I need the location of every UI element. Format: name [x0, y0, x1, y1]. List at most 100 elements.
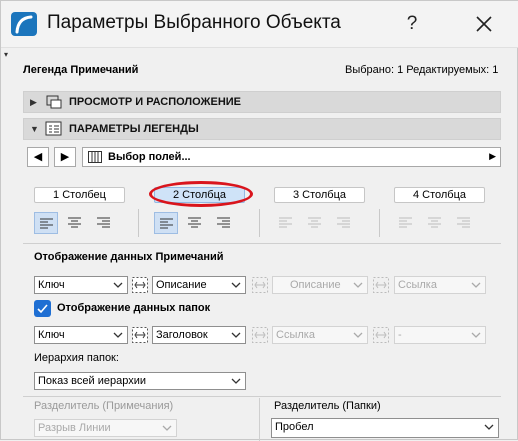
align-center-button [303, 212, 327, 234]
checkmark-icon [37, 304, 48, 314]
notes-separator-value: Разрыв Линии [38, 422, 111, 434]
archicad-icon [11, 12, 37, 36]
section-divider [23, 396, 501, 397]
link-icon [132, 327, 148, 343]
link-toggle-disabled [252, 277, 268, 293]
folders-data-label: Отображение данных папок [57, 302, 211, 314]
field-picker-label: Выбор полей... [108, 151, 191, 163]
link-toggle-disabled [373, 277, 389, 293]
link-toggle[interactable] [132, 277, 148, 293]
pin-icon: ▾ [4, 50, 9, 59]
align-center-icon [188, 217, 201, 228]
notes-key-value: Ключ [38, 279, 65, 291]
align-left-button[interactable] [34, 212, 58, 234]
divider [379, 209, 380, 237]
folders-key-select[interactable]: Ключ [34, 326, 128, 344]
chevron-down-icon [231, 378, 241, 384]
divider [138, 209, 139, 237]
align-right-button [452, 212, 476, 234]
chevron-down-icon [353, 332, 363, 338]
divider [259, 209, 260, 237]
legend-icon [45, 121, 62, 136]
chevron-down-icon [162, 425, 172, 431]
align-center-button [423, 212, 447, 234]
align-left-icon [279, 217, 292, 228]
align-left-button [274, 212, 298, 234]
align-left-icon [40, 218, 53, 229]
hierarchy-select[interactable]: Показ всей иерархии [34, 372, 246, 390]
folders-col4-select: - [394, 326, 486, 344]
link-icon [373, 277, 389, 293]
section-legend-settings[interactable]: ▼ ПАРАМЕТРЫ ЛЕГЕНДЫ [23, 118, 501, 140]
notes-col4-value: Ссылка [398, 279, 437, 291]
close-button[interactable] [469, 9, 499, 39]
chevron-down-icon [113, 332, 123, 338]
selection-count: Выбрано: 1 Редактируемых: 1 [345, 64, 499, 76]
title-separator [1, 47, 518, 48]
folders-col4-value: - [398, 329, 402, 341]
align-left-icon [160, 218, 173, 229]
notes-separator-label: Разделитель (Примечания) [34, 400, 174, 412]
align-center-button[interactable] [183, 212, 207, 234]
chevron-down-icon [231, 282, 241, 288]
section-view-placement[interactable]: ▶ ПРОСМОТР И РАСПОЛОЖЕНИЕ [23, 91, 501, 113]
folders-col3-select: Ссылка [272, 326, 368, 344]
link-toggle[interactable] [132, 327, 148, 343]
link-toggle-disabled [252, 327, 268, 343]
link-icon [132, 277, 148, 293]
expand-arrow-icon: ▶ [30, 97, 37, 107]
title-bar: Параметры Выбранного Объекта ? [1, 1, 518, 47]
align-right-button[interactable] [92, 212, 116, 234]
align-left-icon [399, 217, 412, 228]
dialog-window: Параметры Выбранного Объекта ? ▾ Легенда… [0, 0, 518, 441]
object-type-label: Легенда Примечаний [23, 64, 139, 76]
notes-col3-value: Описание [290, 279, 341, 291]
folders-separator-select[interactable]: Пробел [271, 418, 499, 438]
align-right-icon [457, 217, 470, 228]
notes-col3-select: Описание [272, 276, 368, 294]
notes-separator-select: Разрыв Линии [34, 419, 177, 437]
folders-title-select[interactable]: Заголовок [152, 326, 246, 344]
chevron-down-icon [484, 424, 494, 430]
align-right-icon [97, 217, 110, 228]
prev-button[interactable]: ◀ [27, 147, 49, 167]
collapse-arrow-icon: ▼ [30, 124, 39, 134]
close-icon [476, 16, 492, 32]
window-title: Параметры Выбранного Объекта [47, 12, 341, 33]
folders-title-value: Заголовок [156, 329, 208, 341]
align-left-button[interactable] [154, 212, 178, 234]
tab-1-column[interactable]: 1 Столбец [34, 187, 125, 203]
notes-desc-select[interactable]: Описание [152, 276, 246, 294]
view-placement-icon [46, 95, 62, 109]
folders-data-checkbox[interactable] [34, 300, 51, 317]
help-button[interactable]: ? [397, 9, 427, 39]
field-picker[interactable]: Выбор полей... ▶ [82, 147, 501, 167]
chevron-right-icon: ▶ [489, 151, 496, 161]
notes-key-select[interactable]: Ключ [34, 276, 128, 294]
align-right-icon [337, 217, 350, 228]
align-right-icon [217, 217, 230, 228]
align-center-button[interactable] [63, 212, 87, 234]
chevron-down-icon [113, 282, 123, 288]
align-center-icon [68, 217, 81, 228]
next-button[interactable]: ▶ [54, 147, 76, 167]
section-legend-label: ПАРАМЕТРЫ ЛЕГЕНДЫ [69, 123, 199, 135]
link-icon [373, 327, 389, 343]
tab-4-columns[interactable]: 4 Столбца [394, 187, 485, 203]
highlight-ellipse [149, 181, 253, 207]
align-right-button [332, 212, 356, 234]
chevron-down-icon [231, 332, 241, 338]
align-center-icon [308, 217, 321, 228]
notes-desc-value: Описание [156, 279, 207, 291]
hierarchy-value: Показ всей иерархии [38, 375, 146, 387]
link-icon [252, 277, 268, 293]
notes-col4-select: Ссылка [394, 276, 486, 294]
folders-col3-value: Ссылка [276, 329, 315, 341]
align-right-button[interactable] [212, 212, 236, 234]
chevron-down-icon [353, 282, 363, 288]
hierarchy-label: Иерархия папок: [34, 352, 119, 364]
notes-data-heading: Отображение данных Примечаний [34, 251, 224, 263]
tab-3-columns[interactable]: 3 Столбца [274, 187, 365, 203]
section-view-label: ПРОСМОТР И РАСПОЛОЖЕНИЕ [69, 96, 242, 108]
align-center-icon [428, 217, 441, 228]
